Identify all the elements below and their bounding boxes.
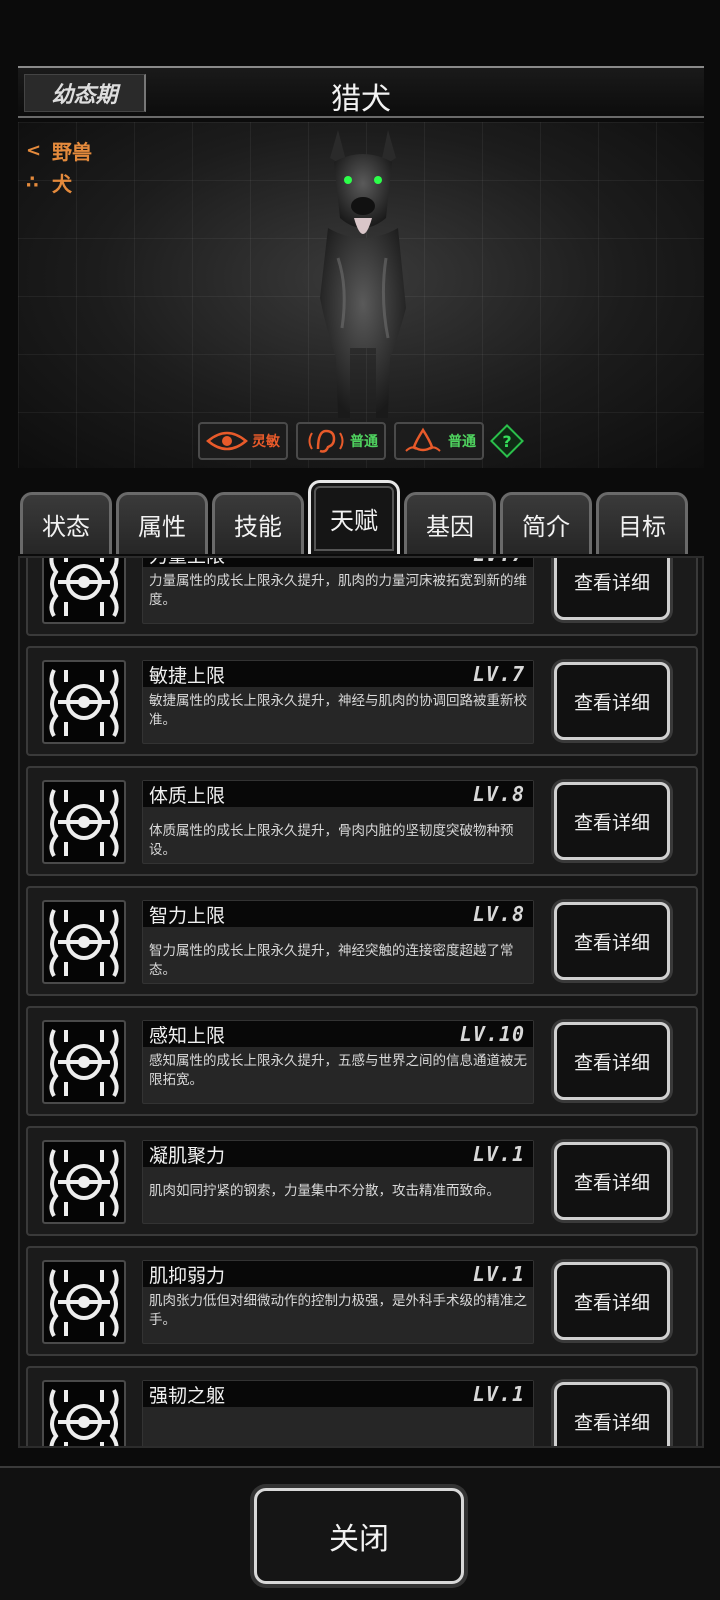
nose-icon <box>405 427 441 452</box>
talent-card: 体质上限 LV.8 体质属性的成长上限永久提升，骨肉内脏的坚韧度突破物种预设。 … <box>26 766 698 876</box>
talent-emblem-icon <box>42 558 126 624</box>
talent-card: 感知上限 LV.10 感知属性的成长上限永久提升，五感与世界之间的信息通道被无限… <box>26 1006 698 1116</box>
view-details-button[interactable]: 查看详细 <box>554 1022 670 1100</box>
paw-icon: ∴ <box>26 171 39 193</box>
creature-portrait: < 野兽 ∴ 犬 灵敏 普通 普通 ? <box>18 122 704 468</box>
talent-title-row: 凝肌聚力 LV.1 <box>143 1141 533 1167</box>
talent-level: LV.1 <box>472 1262 525 1286</box>
help-icon[interactable]: ? <box>490 424 524 458</box>
talent-emblem-icon <box>42 1260 126 1344</box>
talent-level: LV.1 <box>472 1142 525 1166</box>
tag-species-label: 犬 <box>52 171 72 196</box>
talent-title-row: 体质上限 LV.8 <box>143 781 533 807</box>
ear-icon <box>308 429 344 453</box>
view-details-button[interactable]: 查看详细 <box>554 558 670 620</box>
talent-emblem-icon <box>42 1140 126 1224</box>
talent-info: 敏捷上限 LV.7 敏捷属性的成长上限永久提升，神经与肌肉的协调回路被重新校准。 <box>142 660 534 744</box>
talent-card: 肌抑弱力 LV.1 肌肉张力低但对细微动作的控制力极强，是外科手术级的精准之手。… <box>26 1246 698 1356</box>
talent-name: 感知上限 <box>149 1024 226 1047</box>
header-bar: 幼态期 猎犬 <box>18 66 704 118</box>
talent-info: 力量上限 LV.7 力量属性的成长上限永久提升，肌肉的力量河床被拓宽到新的维度。 <box>142 558 534 624</box>
eye-icon <box>206 431 248 451</box>
creature-tags: < 野兽 ∴ 犬 <box>26 134 92 198</box>
talent-list-panel[interactable]: 力量上限 LV.7 力量属性的成长上限永久提升，肌肉的力量河床被拓宽到新的维度。… <box>18 556 704 1448</box>
dog-image <box>320 130 406 418</box>
talent-info: 感知上限 LV.10 感知属性的成长上限永久提升，五感与世界之间的信息通道被无限… <box>142 1020 534 1104</box>
talent-info: 强韧之躯 LV.1 <box>142 1380 534 1446</box>
tag-category-label: 野兽 <box>52 139 92 164</box>
sense-hearing-level: 普通 <box>350 434 378 450</box>
close-button[interactable]: 关闭 <box>254 1488 464 1584</box>
creature-name: 猎犬 <box>331 82 391 117</box>
tab-talents[interactable]: 天赋 <box>308 480 400 554</box>
talent-title-row: 力量上限 LV.7 <box>143 558 533 568</box>
tab-genes[interactable]: 基因 <box>404 492 496 554</box>
talent-name: 智力上限 <box>149 904 226 927</box>
talent-description: 智力属性的成长上限永久提升，神经突触的连接密度超越了常态。 <box>149 943 514 978</box>
talent-info: 凝肌聚力 LV.1 肌肉如同拧紧的钢索，力量集中不分散，攻击精准而致命。 <box>142 1140 534 1224</box>
tab-attributes[interactable]: 属性 <box>116 492 208 554</box>
talent-description: 肌肉如同拧紧的钢索，力量集中不分散，攻击精准而致命。 <box>149 1183 500 1199</box>
senses-row: 灵敏 普通 普通 ? <box>198 422 524 460</box>
talent-name: 强韧之躯 <box>149 1384 226 1407</box>
talent-description: 体质属性的成长上限永久提升，骨肉内脏的坚韧度突破物种预设。 <box>149 823 514 858</box>
talent-emblem-icon <box>42 1020 126 1104</box>
view-details-button[interactable]: 查看详细 <box>554 1382 670 1446</box>
talent-description: 感知属性的成长上限永久提升，五感与世界之间的信息通道被无限拓宽。 <box>149 1053 527 1088</box>
talent-level: LV.10 <box>459 1022 525 1046</box>
talent-name: 肌抑弱力 <box>149 1264 226 1287</box>
view-details-button[interactable]: 查看详细 <box>554 782 670 860</box>
talent-card: 强韧之躯 LV.1 查看详细 <box>26 1366 698 1446</box>
talent-info: 肌抑弱力 LV.1 肌肉张力低但对细微动作的控制力极强，是外科手术级的精准之手。 <box>142 1260 534 1344</box>
talent-info: 智力上限 LV.8 智力属性的成长上限永久提升，神经突触的连接密度超越了常态。 <box>142 900 534 984</box>
talent-level: LV.7 <box>473 558 525 566</box>
talent-name: 敏捷上限 <box>149 664 226 687</box>
talent-emblem-icon <box>42 660 126 744</box>
talent-level: LV.1 <box>472 1382 525 1406</box>
talent-level: LV.8 <box>472 782 525 806</box>
tab-bar: 状态 属性 技能 天赋 基因 简介 目标 <box>18 480 704 554</box>
talent-card: 敏捷上限 LV.7 敏捷属性的成长上限永久提升，神经与肌肉的协调回路被重新校准。… <box>26 646 698 756</box>
talent-emblem-icon <box>42 1380 126 1446</box>
talent-description: 肌肉张力低但对细微动作的控制力极强，是外科手术级的精准之手。 <box>149 1293 527 1328</box>
talent-description <box>143 1407 533 1412</box>
talent-description: 力量属性的成长上限永久提升，肌肉的力量河床被拓宽到新的维度。 <box>149 573 527 608</box>
talent-info: 体质上限 LV.8 体质属性的成长上限永久提升，骨肉内脏的坚韧度突破物种预设。 <box>142 780 534 864</box>
share-icon: < <box>26 139 42 161</box>
talent-name: 力量上限 <box>149 558 225 568</box>
talent-title-row: 强韧之躯 LV.1 <box>143 1381 533 1407</box>
tag-category: < 野兽 <box>26 134 92 166</box>
sense-hearing[interactable]: 普通 <box>296 422 386 460</box>
tag-species: ∴ 犬 <box>26 166 92 198</box>
talent-name: 凝肌聚力 <box>149 1144 226 1167</box>
talent-emblem-icon <box>42 900 126 984</box>
sense-sight[interactable]: 灵敏 <box>198 422 288 460</box>
talent-emblem-icon <box>42 780 126 864</box>
talent-title-row: 肌抑弱力 LV.1 <box>143 1261 533 1287</box>
talent-name: 体质上限 <box>149 784 226 807</box>
talent-card: 力量上限 LV.7 力量属性的成长上限永久提升，肌肉的力量河床被拓宽到新的维度。… <box>26 558 698 636</box>
pet-detail-screen: 幼态期 猎犬 < 野兽 ∴ 犬 灵敏 普通 普通 ? 状态 属性 技能 天赋 基… <box>0 0 720 1600</box>
talent-card: 凝肌聚力 LV.1 肌肉如同拧紧的钢索，力量集中不分散，攻击精准而致命。 查看详… <box>26 1126 698 1236</box>
talent-card: 智力上限 LV.8 智力属性的成长上限永久提升，神经突触的连接密度超越了常态。 … <box>26 886 698 996</box>
view-details-button[interactable]: 查看详细 <box>554 662 670 740</box>
sense-smell[interactable]: 普通 <box>394 422 484 460</box>
talent-description: 敏捷属性的成长上限永久提升，神经与肌肉的协调回路被重新校准。 <box>149 693 527 728</box>
tab-status[interactable]: 状态 <box>20 492 112 554</box>
talent-level: LV.8 <box>472 902 525 926</box>
talent-title-row: 感知上限 LV.10 <box>143 1021 533 1047</box>
help-symbol: ? <box>502 431 512 451</box>
talent-title-row: 智力上限 LV.8 <box>143 901 533 927</box>
talent-level: LV.7 <box>472 662 525 686</box>
sense-smell-level: 普通 <box>448 434 476 450</box>
talent-list: 力量上限 LV.7 力量属性的成长上限永久提升，肌肉的力量河床被拓宽到新的维度。… <box>26 558 698 1446</box>
tab-skills[interactable]: 技能 <box>212 492 304 554</box>
view-details-button[interactable]: 查看详细 <box>554 1262 670 1340</box>
tab-goals[interactable]: 目标 <box>596 492 688 554</box>
sense-sight-level: 灵敏 <box>252 434 280 450</box>
view-details-button[interactable]: 查看详细 <box>554 902 670 980</box>
tab-intro[interactable]: 简介 <box>500 492 592 554</box>
talent-title-row: 敏捷上限 LV.7 <box>143 661 533 687</box>
view-details-button[interactable]: 查看详细 <box>554 1142 670 1220</box>
